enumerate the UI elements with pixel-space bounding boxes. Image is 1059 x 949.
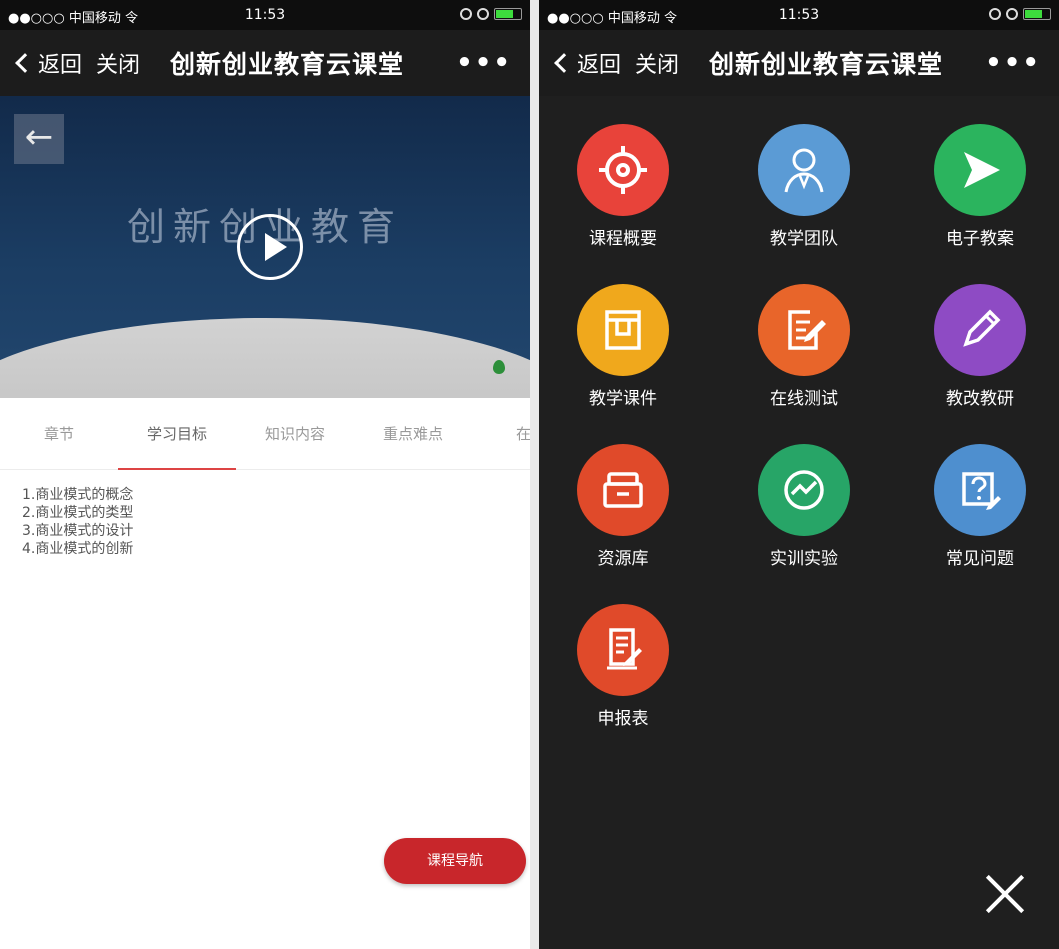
alarm-icon [477, 8, 489, 20]
clock: 11:53 [244, 7, 286, 23]
course-nav-button[interactable]: 课程导航 [384, 838, 526, 884]
menu-label: 电子教案 [946, 229, 1014, 249]
status-icons [989, 8, 1051, 20]
alarm-icon [1006, 8, 1018, 20]
courseware-icon [577, 284, 669, 376]
tab-learning-goals[interactable]: 学习目标 [118, 398, 236, 470]
screen-divider [530, 0, 539, 949]
back-button[interactable]: 返回 [554, 47, 622, 79]
status-icons [460, 8, 522, 20]
menu-label: 常见问题 [946, 549, 1014, 569]
menu-item-e-lesson[interactable]: 电子教案 [910, 124, 1050, 249]
menu-item-faq[interactable]: 常见问题 [910, 444, 1050, 569]
menu-label: 在线测试 [770, 389, 838, 409]
list-item: 4.商业模式的创新 [22, 541, 134, 557]
menu-item-teaching-research[interactable]: 教改教研 [910, 284, 1050, 409]
test-icon [758, 284, 850, 376]
left-screen: ●●○○○ 中国移动 令 11:53 返回 关闭 创新创业教育云课堂 ••• ←… [0, 0, 530, 949]
close-icon[interactable] [983, 873, 1025, 915]
nav-bar: 返回 关闭 创新创业教育云课堂 ••• [0, 30, 530, 96]
status-bar: ●●○○○ 中国移动 令 11:53 [539, 0, 1059, 30]
learning-goals-list: 1.商业模式的概念 2.商业模式的类型 3.商业模式的设计 4.商业模式的创新 [0, 470, 530, 574]
page-title: 创新创业教育云课堂 [170, 50, 405, 79]
list-item: 3.商业模式的设计 [22, 523, 134, 539]
play-button[interactable] [237, 214, 303, 280]
video-decoration [0, 318, 530, 398]
tab-knowledge[interactable]: 知识内容 [236, 398, 354, 470]
clock: 11:53 [778, 7, 820, 23]
tab-bar: 章节 学习目标 知识内容 重点难点 在线 [0, 398, 530, 470]
pencil-icon [934, 284, 1026, 376]
list-item: 1.商业模式的概念 [22, 487, 134, 503]
more-button[interactable]: ••• [985, 48, 1041, 78]
status-bar: ●●○○○ 中国移动 令 11:53 [0, 0, 530, 30]
back-label: 返回 [38, 53, 83, 78]
trend-icon [758, 444, 850, 536]
list-item: 2.商业模式的类型 [22, 505, 134, 521]
chevron-left-icon [15, 53, 35, 73]
menu-item-online-test[interactable]: 在线测试 [734, 284, 874, 409]
more-button[interactable]: ••• [456, 48, 512, 78]
menu-item-resource-library[interactable]: 资源库 [553, 444, 693, 569]
lock-rotation-icon [460, 8, 472, 20]
menu-label: 教改教研 [946, 389, 1014, 409]
menu-item-teaching-team[interactable]: 教学团队 [734, 124, 874, 249]
back-button[interactable]: 返回 [15, 47, 83, 79]
right-screen: ●●○○○ 中国移动 令 11:53 返回 关闭 创新创业教育云课堂 ••• 课… [539, 0, 1059, 949]
teacher-icon [758, 124, 850, 216]
form-icon [577, 604, 669, 696]
menu-label: 实训实验 [770, 549, 838, 569]
menu-label: 申报表 [597, 709, 649, 729]
menu-label: 教学课件 [589, 389, 657, 409]
close-button[interactable]: 关闭 [635, 47, 679, 79]
question-icon [934, 444, 1026, 536]
menu-label: 资源库 [597, 549, 649, 569]
close-button[interactable]: 关闭 [96, 47, 140, 79]
tab-online[interactable]: 在线 [472, 398, 530, 470]
tab-key-points[interactable]: 重点难点 [354, 398, 472, 470]
tab-chapters[interactable]: 章节 [0, 398, 118, 470]
arrow-left-icon[interactable]: ← [14, 114, 64, 164]
page-title: 创新创业教育云课堂 [709, 50, 944, 79]
battery-icon [494, 8, 522, 20]
lock-rotation-icon [989, 8, 1001, 20]
video-player[interactable]: ← 创新创业教育 [0, 96, 530, 398]
chevron-left-icon [554, 53, 574, 73]
nav-bar: 返回 关闭 创新创业教育云课堂 ••• [539, 30, 1059, 96]
menu-label: 课程概要 [589, 229, 657, 249]
menu-item-training-lab[interactable]: 实训实验 [734, 444, 874, 569]
battery-icon [1023, 8, 1051, 20]
menu-item-application-form[interactable]: 申报表 [553, 604, 693, 729]
archive-icon [577, 444, 669, 536]
leaf-icon [493, 360, 505, 374]
menu-item-courseware[interactable]: 教学课件 [553, 284, 693, 409]
back-label: 返回 [577, 53, 622, 78]
send-icon [934, 124, 1026, 216]
target-icon [577, 124, 669, 216]
menu-label: 教学团队 [770, 229, 838, 249]
menu-item-course-overview[interactable]: 课程概要 [553, 124, 693, 249]
